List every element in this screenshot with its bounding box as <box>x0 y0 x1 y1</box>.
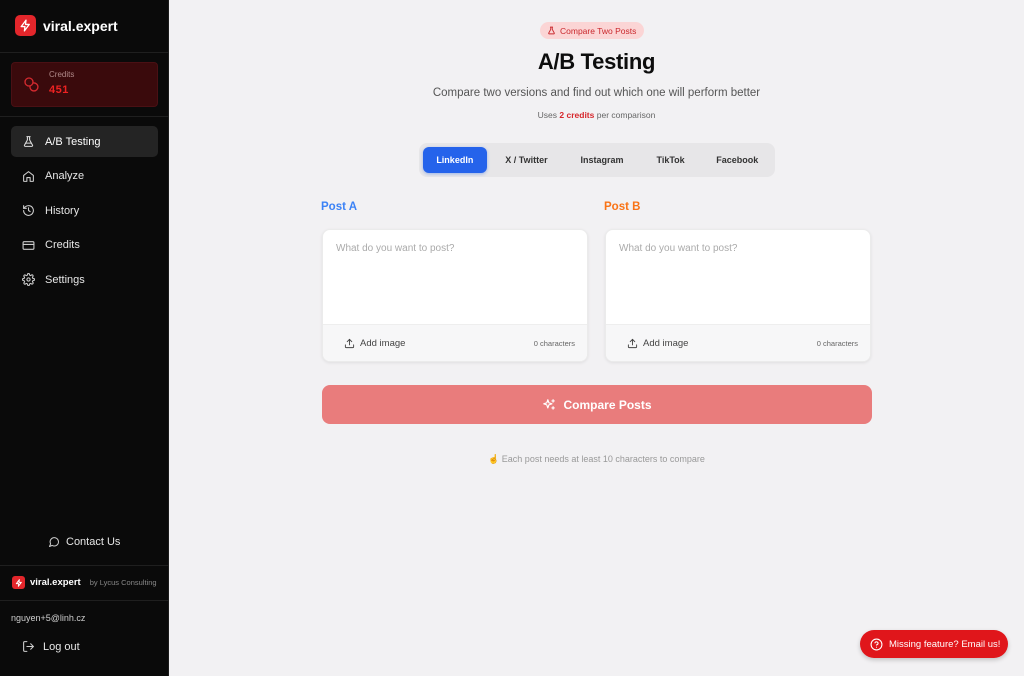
pointing-hand-icon: ☝ <box>488 454 500 464</box>
credits-value: 451 <box>49 84 69 96</box>
post-a-card: Add image 0 characters <box>322 229 588 362</box>
compare-posts-button[interactable]: Compare Posts <box>322 385 872 424</box>
lightning-logo-icon <box>15 15 36 36</box>
minimum-characters-hint: ☝ Each post needs at least 10 characters… <box>169 454 1024 465</box>
gear-icon <box>22 273 35 286</box>
divider <box>0 52 169 53</box>
missing-feature-label: Missing feature? Email us! <box>889 638 1001 650</box>
badge-label: Compare Two Posts <box>560 25 637 36</box>
sparkles-icon <box>543 398 556 410</box>
compare-posts-label: Compare Posts <box>563 397 652 412</box>
post-b-char-count: 0 characters <box>816 339 858 348</box>
logout-button[interactable]: Log out <box>22 640 80 653</box>
sidebar-item-label: Settings <box>45 273 85 286</box>
user-email: nguyen+5@linh.cz <box>11 613 86 623</box>
post-b-add-image-button[interactable]: Add image <box>627 338 688 349</box>
history-icon <box>23 205 34 216</box>
post-b-card: Add image 0 characters <box>605 229 871 362</box>
contact-us-button[interactable]: Contact Us <box>48 536 120 548</box>
sidebar-item-credits[interactable]: Credits <box>11 230 158 261</box>
flask-icon <box>548 26 555 35</box>
footer-by-text: by Lycus Consulting <box>89 578 157 587</box>
contact-us-label: Contact Us <box>66 536 121 548</box>
page-subtitle: Compare two versions and find out which … <box>432 87 761 99</box>
credits-card[interactable]: Credits 451 <box>11 62 158 107</box>
add-image-label: Add image <box>643 338 689 349</box>
credits-usage-note: Uses 2 credits per comparison <box>169 110 1024 120</box>
brand[interactable]: viral.expert <box>15 15 118 36</box>
sidebar-nav: A/B Testing Analyze History Credits Sett… <box>11 126 158 299</box>
main-content: Compare Two Posts A/B Testing Compare tw… <box>169 0 1024 676</box>
sidebar-item-label: Analyze <box>45 170 85 182</box>
post-b-footer: Add image 0 characters <box>606 324 870 361</box>
post-a-add-image-button[interactable]: Add image <box>344 338 405 349</box>
brand-name: viral.expert <box>43 17 118 34</box>
divider <box>0 116 169 117</box>
tab-x-twitter[interactable]: X / Twitter <box>487 147 567 173</box>
sidebar-item-analyze[interactable]: Analyze <box>11 161 158 192</box>
uses-prefix: Uses <box>537 110 560 120</box>
footer-brand: viral.expert by Lycus Consulting <box>12 576 157 589</box>
sidebar-item-ab-testing[interactable]: A/B Testing <box>11 126 158 157</box>
hint-text: Each post needs at least 10 characters t… <box>501 454 705 464</box>
logout-label: Log out <box>43 640 80 653</box>
coins-icon <box>24 77 39 92</box>
upload-icon <box>344 338 355 349</box>
chat-bubble-icon <box>49 537 60 547</box>
post-a-footer: Add image 0 characters <box>323 324 587 361</box>
divider <box>0 565 169 566</box>
tab-tiktok[interactable]: TikTok <box>638 147 704 173</box>
sidebar-item-label: A/B Testing <box>45 135 101 148</box>
sidebar-item-settings[interactable]: Settings <box>11 264 158 295</box>
logout-icon <box>23 641 34 652</box>
question-circle-icon <box>870 638 883 650</box>
platform-tabs: LinkedIn X / Twitter Instagram TikTok Fa… <box>419 143 775 177</box>
flask-icon <box>23 136 34 147</box>
footer-brand-name: viral.expert <box>30 577 81 588</box>
add-image-label: Add image <box>360 338 406 349</box>
post-b-input[interactable] <box>606 230 870 326</box>
sidebar-item-label: Credits <box>45 239 80 251</box>
post-b-label: Post B <box>604 201 641 213</box>
credits-label: Credits <box>49 70 75 79</box>
post-a-label: Post A <box>321 201 357 213</box>
post-a-input[interactable] <box>323 230 587 326</box>
home-icon <box>23 170 34 182</box>
compare-two-posts-badge: Compare Two Posts <box>540 22 645 39</box>
uses-suffix: per comparison <box>594 110 656 120</box>
missing-feature-button[interactable]: Missing feature? Email us! <box>860 630 1008 658</box>
credit-card-icon <box>22 240 35 250</box>
sidebar-item-history[interactable]: History <box>11 195 158 226</box>
tab-linkedin[interactable]: LinkedIn <box>423 147 487 173</box>
sidebar-item-label: History <box>45 204 80 217</box>
sidebar: viral.expert Credits 451 A/B Testing Ana… <box>0 0 169 676</box>
upload-icon <box>627 338 638 349</box>
divider <box>0 600 169 601</box>
uses-credits: 2 credits <box>559 110 595 120</box>
page-title: A/B Testing <box>537 49 656 74</box>
tab-facebook[interactable]: Facebook <box>703 147 771 173</box>
post-a-char-count: 0 characters <box>533 339 575 348</box>
tab-instagram[interactable]: Instagram <box>566 147 638 173</box>
lightning-logo-icon <box>12 576 25 589</box>
